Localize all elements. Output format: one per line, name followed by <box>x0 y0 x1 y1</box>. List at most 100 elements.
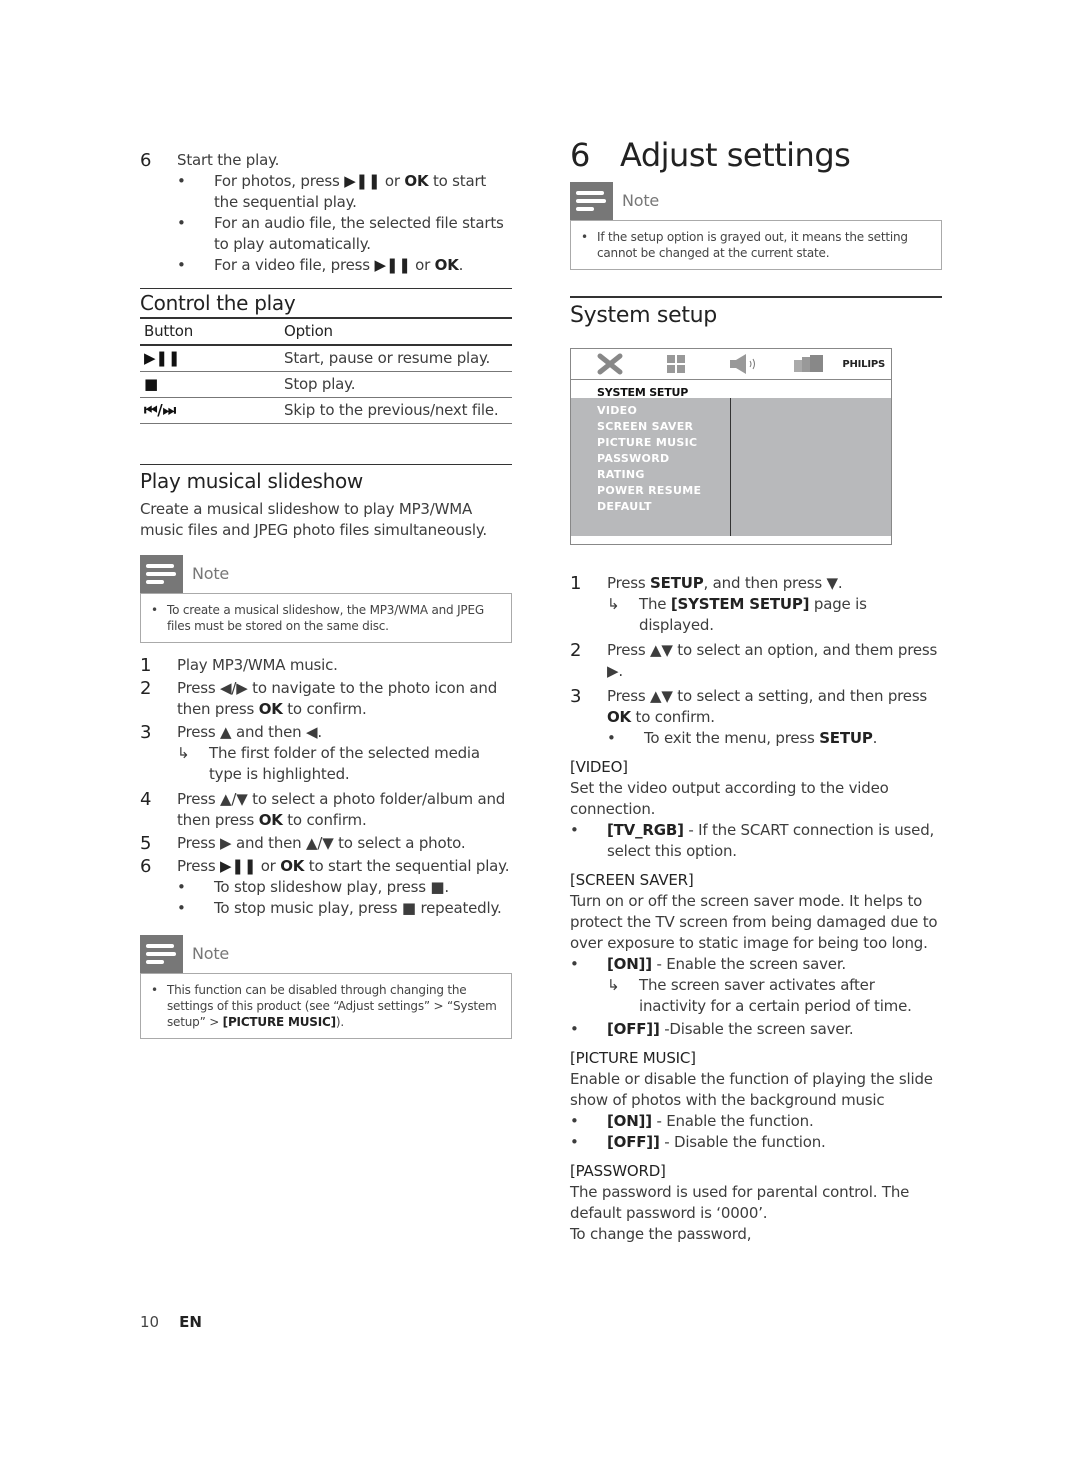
result-arrow-icon: ↳ <box>177 744 190 762</box>
slideshow-step: 4 Press ▲/▼ to select a photo folder/alb… <box>140 789 512 831</box>
step-number: 1 <box>140 655 152 676</box>
chapter-heading: Adjust settings <box>620 136 851 174</box>
bullet-text: or <box>410 256 435 274</box>
ok-key: OK <box>280 857 305 875</box>
setup-step: 1 Press SETUP, and then press ▼. <box>570 573 942 594</box>
setting-desc: The password is used for parental contro… <box>570 1183 910 1222</box>
note-title: Note <box>192 944 230 963</box>
note-block: Note • To create a musical slideshow, the… <box>140 555 512 643</box>
setup-step: 2 Press ▲▼ to select an option, and them… <box>570 640 942 682</box>
bullet-text: . <box>458 256 464 274</box>
tools-icon <box>577 353 643 375</box>
heading-musical-slideshow: Play musical slideshow <box>140 469 363 493</box>
step-text: or <box>256 857 281 875</box>
play-pause-key: ▶❚❚ <box>344 172 381 190</box>
note-text: If the setup option is grayed out, it me… <box>597 230 908 260</box>
setup-step: 3 Press ▲▼ to select a setting, and then… <box>570 686 942 728</box>
note-key: [PICTURE MUSIC] <box>222 1015 336 1029</box>
page-footer: 10 EN <box>140 1313 202 1331</box>
ok-key: OK <box>258 811 283 829</box>
right-column: 6 Adjust settings Note • If the setup opt… <box>570 136 942 1245</box>
step-result: ↳ The [SYSTEM SETUP] page is displayed. <box>607 594 942 636</box>
step-text: to confirm. <box>282 811 367 829</box>
osd-menu-item: DEFAULT <box>597 500 652 513</box>
ok-key: OK <box>434 256 459 274</box>
bullet-video: • For a video file, press ▶❚❚ or OK. <box>177 256 464 274</box>
osd-menu: VIDEO SCREEN SAVER PICTURE MUSIC PASSWOR… <box>571 398 731 536</box>
step-number: 6 <box>140 150 152 171</box>
setup-key: SETUP <box>650 574 704 592</box>
note-title: Note <box>622 191 660 210</box>
option-key: [ON]] <box>607 1112 652 1130</box>
setting-heading: [PICTURE MUSIC] <box>570 1049 696 1067</box>
step-number: 2 <box>570 640 582 661</box>
option-text: Skip to the previous/next file. <box>280 397 512 424</box>
section-divider <box>570 296 942 298</box>
picture-music-section: [PICTURE MUSIC] Enable or disable the fu… <box>570 1048 942 1153</box>
setting-option: • [ON]] - Enable the screen saver. <box>570 955 846 973</box>
step-text: Press ▲▼ to select an option, and them p… <box>607 641 938 680</box>
option-text: - Enable the function. <box>651 1112 814 1130</box>
control-table: Button Option ▶❚❚ Start, pause or resume… <box>140 317 512 424</box>
option-key: [OFF]] <box>607 1133 660 1151</box>
play-pause-key: ▶❚❚ <box>374 256 411 274</box>
result-text: The <box>639 595 671 613</box>
setting-heading: [PASSWORD] <box>570 1162 666 1180</box>
option-text: Start, pause or resume play. <box>280 345 512 372</box>
setting-desc: Set the video output according to the vi… <box>570 779 889 818</box>
left-column: 6 Start the play. • For photos, press ▶❚… <box>140 150 512 1039</box>
table-header-row: Button Option <box>140 317 512 346</box>
step-start-play: 6 Start the play. <box>140 150 512 171</box>
slideshow-intro: Create a musical slideshow to play MP3/W… <box>140 500 487 539</box>
osd-menu-item: VIDEO <box>597 404 638 417</box>
osd-menu-item: PICTURE MUSIC <box>597 436 698 449</box>
osd-menu-item: RATING <box>597 468 645 481</box>
play-pause-icon: ▶❚❚ <box>140 345 280 372</box>
skip-icon: ⏮/⏭ <box>140 397 280 424</box>
step-text: , and then press ▼. <box>703 574 843 592</box>
stop-icon: ■ <box>140 371 280 398</box>
step-text: Press ▶ and then ▲/▼ to select a photo. <box>177 834 466 852</box>
bullet-text: For a video file, press <box>214 256 375 274</box>
osd-menu-item: POWER RESUME <box>597 484 702 497</box>
bullet-text: For photos, press <box>214 172 345 190</box>
slideshow-step: 5 Press ▶ and then ▲/▼ to select a photo… <box>140 833 512 854</box>
result-arrow-icon: ↳ <box>607 595 620 613</box>
note-text: To create a musical slideshow, the MP3/W… <box>167 603 484 633</box>
table-row: ▶❚❚ Start, pause or resume play. <box>140 345 512 372</box>
option-text: -Disable the screen saver. <box>659 1020 854 1038</box>
language-code: EN <box>179 1313 202 1331</box>
setting-option: • [ON]] - Enable the function. <box>570 1112 814 1130</box>
setting-desc: Enable or disable the function of playin… <box>570 1070 933 1109</box>
note-icon <box>570 182 613 220</box>
setting-heading: [SCREEN SAVER] <box>570 871 694 889</box>
note-block: Note • If the setup option is grayed out,… <box>570 182 942 270</box>
step-text: Press ▲ and then ◀. <box>177 723 322 741</box>
setting-heading: [VIDEO] <box>570 758 628 776</box>
setting-desc: To change the password, <box>570 1225 752 1243</box>
video-section: [VIDEO] Set the video output according t… <box>570 757 942 862</box>
screens-icon <box>776 354 842 374</box>
step-text: Press <box>607 574 651 592</box>
slideshow-step: 2 Press ◀/▶ to navigate to the photo ico… <box>140 678 512 720</box>
ok-key: OK <box>607 708 631 726</box>
step-text: to start the sequential play. <box>304 857 510 875</box>
screen-saver-section: [SCREEN SAVER] Turn on or off the screen… <box>570 870 942 1040</box>
step-result: ↳ The first folder of the selected media… <box>177 743 512 785</box>
password-section: [PASSWORD] The password is used for pare… <box>570 1161 942 1245</box>
speaker-icon <box>710 353 776 375</box>
option-result: ↳ The screen saver activates after inacti… <box>607 975 942 1017</box>
step-text: to confirm. <box>282 700 367 718</box>
heading-system-setup: System setup <box>570 303 717 328</box>
slideshow-step: 1 Play MP3/WMA music. <box>140 655 512 676</box>
option-key: [OFF]] <box>607 1020 660 1038</box>
option-text: - Disable the function. <box>659 1133 826 1151</box>
ok-key: OK <box>258 700 283 718</box>
setting-option: • [TV_RGB] - If the SCART connection is u… <box>570 821 935 860</box>
step-text: Start the play. <box>177 151 280 169</box>
step-number: 1 <box>570 573 582 594</box>
setup-key: SETUP <box>819 729 873 747</box>
note-icon <box>140 555 183 593</box>
bullet-stop-music: • To stop music play, press ■ repeatedly. <box>177 899 502 917</box>
setting-desc: Turn on or off the screen saver mode. It… <box>570 892 938 952</box>
